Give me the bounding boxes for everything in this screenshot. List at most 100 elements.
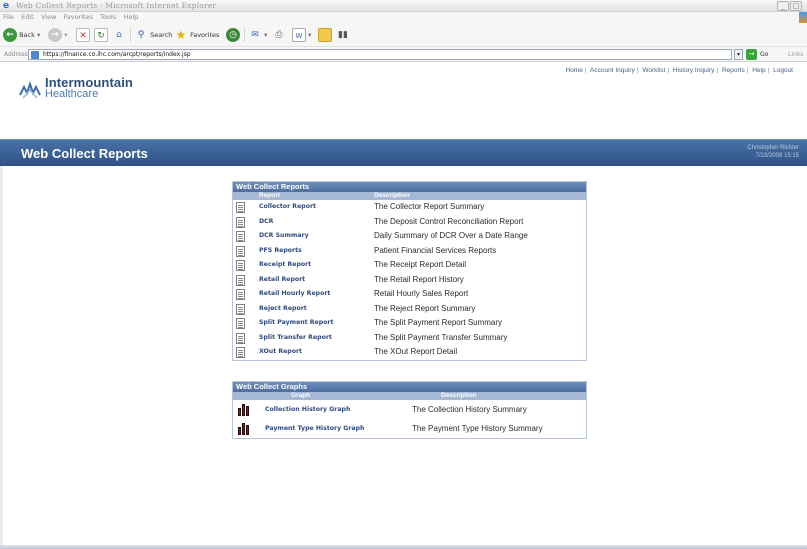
report-description: Patient Financial Services Reports (374, 245, 497, 255)
go-button[interactable]: Go (760, 51, 768, 58)
report-document-icon[interactable] (236, 274, 245, 286)
report-document-icon[interactable] (236, 260, 245, 271)
refresh-icon: ↻ (94, 28, 108, 42)
graph-link[interactable]: Payment Type History Graph (265, 425, 364, 432)
user-info: Christopher Richter 7/23/2008 15:15 (747, 144, 799, 160)
reports-panel: Web Collect Reports Report Description C… (232, 181, 587, 361)
folder-button[interactable] (318, 27, 332, 43)
search-button[interactable]: ⚲ Search (134, 27, 173, 43)
browser-toolbar: ← Back ▾ → ▾ ✕ ↻ ⌂ ⚲ Search ★ Favorites … (0, 23, 807, 47)
word-icon: W (292, 28, 306, 42)
ie-icon: e (3, 1, 10, 11)
print-button[interactable]: ⎙ (272, 27, 286, 43)
report-link[interactable]: Collector Report (259, 203, 316, 210)
report-link[interactable]: DCR (259, 218, 273, 225)
report-document-icon[interactable] (236, 347, 245, 358)
graphs-panel-title: Web Collect Graphs (233, 382, 586, 392)
report-document-icon[interactable] (236, 332, 245, 344)
intermountain-logo-icon (19, 81, 41, 99)
bar-graph-icon[interactable] (238, 423, 250, 435)
report-description: The Receipt Report Detail (374, 260, 467, 269)
report-document-icon[interactable] (236, 231, 245, 242)
report-document-icon[interactable] (236, 202, 245, 213)
report-description: The Collector Report Summary (374, 202, 485, 211)
table-row: Retail Report The Retail Report History (233, 273, 586, 288)
forward-button[interactable]: → ▾ (48, 27, 67, 43)
stop-icon: ✕ (76, 28, 90, 42)
report-description: The Retail Report History (374, 274, 464, 284)
go-arrow-icon[interactable]: → (746, 49, 757, 60)
report-link[interactable]: Reject Report (259, 305, 307, 312)
forward-arrow-icon: → (48, 28, 62, 42)
nav-help[interactable]: Help (752, 67, 765, 74)
report-link[interactable]: PFS Reports (259, 247, 302, 254)
table-row: Reject Report The Reject Report Summary (233, 302, 586, 317)
address-input[interactable]: https://finance.co.ihc.com/arcpt/reports… (28, 49, 732, 60)
mail-button[interactable]: ✉ ▾ (248, 27, 267, 43)
maximize-button[interactable]: □ (790, 1, 802, 11)
report-document-icon[interactable] (236, 289, 245, 300)
page-title: Web Collect Reports (21, 146, 148, 161)
favorites-label: Favorites (190, 31, 220, 39)
report-link[interactable]: Split Payment Report (259, 319, 333, 326)
reports-panel-title: Web Collect Reports (233, 182, 586, 192)
report-document-icon[interactable] (236, 245, 245, 257)
history-icon: ◷ (226, 28, 240, 42)
menu-favorites[interactable]: Favorites (64, 12, 93, 23)
address-bar: Address https://finance.co.ihc.com/arcpt… (0, 47, 807, 62)
report-link[interactable]: XOut Report (259, 348, 302, 355)
table-row: DCR Summary Daily Summary of DCR Over a D… (233, 229, 586, 244)
refresh-button[interactable]: ↻ (94, 27, 108, 43)
graph-link[interactable]: Collection History Graph (265, 406, 350, 413)
back-button[interactable]: ← Back ▾ (3, 27, 40, 43)
table-row: Collection History Graph The Collection H… (233, 400, 586, 419)
report-link[interactable]: DCR Summary (259, 232, 309, 239)
nav-worklist[interactable]: Worklist (642, 67, 665, 74)
table-row: Split Transfer Report The Split Payment T… (233, 331, 586, 346)
report-document-icon[interactable] (236, 216, 245, 228)
menu-tools[interactable]: Tools (100, 12, 116, 23)
favorites-button[interactable]: ★ Favorites (174, 27, 220, 43)
nav-reports[interactable]: Reports (722, 67, 745, 74)
window-titlebar: e Web Collect Reports - Microsoft Intern… (0, 0, 807, 12)
menu-view[interactable]: View (41, 12, 56, 23)
graph-description-column-label: Description (441, 392, 477, 399)
report-document-icon[interactable] (236, 303, 245, 315)
page-header-bar: Web Collect Reports Christopher Richter … (0, 139, 807, 166)
window-title: Web Collect Reports - Microsoft Internet… (16, 1, 217, 10)
report-link[interactable]: Split Transfer Report (259, 334, 332, 341)
report-column-label: Report (259, 192, 280, 199)
report-description: The Split Payment Report Summary (374, 318, 503, 327)
address-url: https://finance.co.ihc.com/arcpt/reports… (43, 51, 191, 58)
report-link[interactable]: Retail Hourly Report (259, 290, 330, 297)
edit-word-button[interactable]: W ▾ (292, 27, 311, 43)
bar-graph-icon[interactable] (238, 404, 250, 416)
folder-icon (318, 28, 332, 42)
menu-help[interactable]: Help (123, 12, 138, 23)
history-button[interactable]: ◷ (226, 27, 240, 43)
mail-dropdown-icon: ▾ (264, 31, 268, 39)
address-dropdown-icon[interactable]: ▾ (734, 49, 743, 60)
research-button[interactable]: ▮▮ (336, 27, 350, 43)
home-button[interactable]: ⌂ (112, 27, 126, 43)
nav-account-inquiry[interactable]: Account Inquiry (590, 67, 635, 74)
graph-description: The Collection History Summary (412, 405, 527, 414)
nav-home[interactable]: Home (566, 67, 583, 74)
menu-file[interactable]: File (3, 12, 14, 23)
table-row: Receipt Report The Receipt Report Detail (233, 258, 586, 273)
table-row: Payment Type History Graph The Payment Ty… (233, 419, 586, 438)
links-button[interactable]: Links (788, 51, 803, 58)
back-dropdown-icon: ▾ (36, 31, 41, 39)
report-link[interactable]: Retail Report (259, 276, 305, 283)
stop-button[interactable]: ✕ (76, 27, 90, 43)
minimize-button[interactable]: _ (777, 1, 789, 11)
menu-edit[interactable]: Edit (21, 12, 34, 23)
report-description: Daily Summary of DCR Over a Date Range (374, 231, 528, 240)
table-row: XOut Report The XOut Report Detail (233, 345, 586, 360)
nav-history-inquiry[interactable]: History Inquiry (673, 67, 715, 74)
report-document-icon[interactable] (236, 318, 245, 329)
nav-logout[interactable]: Logout (773, 67, 793, 74)
report-link[interactable]: Receipt Report (259, 261, 311, 268)
table-row: DCR The Deposit Control Reconciliation Re… (233, 215, 586, 230)
print-icon: ⎙ (275, 30, 283, 40)
